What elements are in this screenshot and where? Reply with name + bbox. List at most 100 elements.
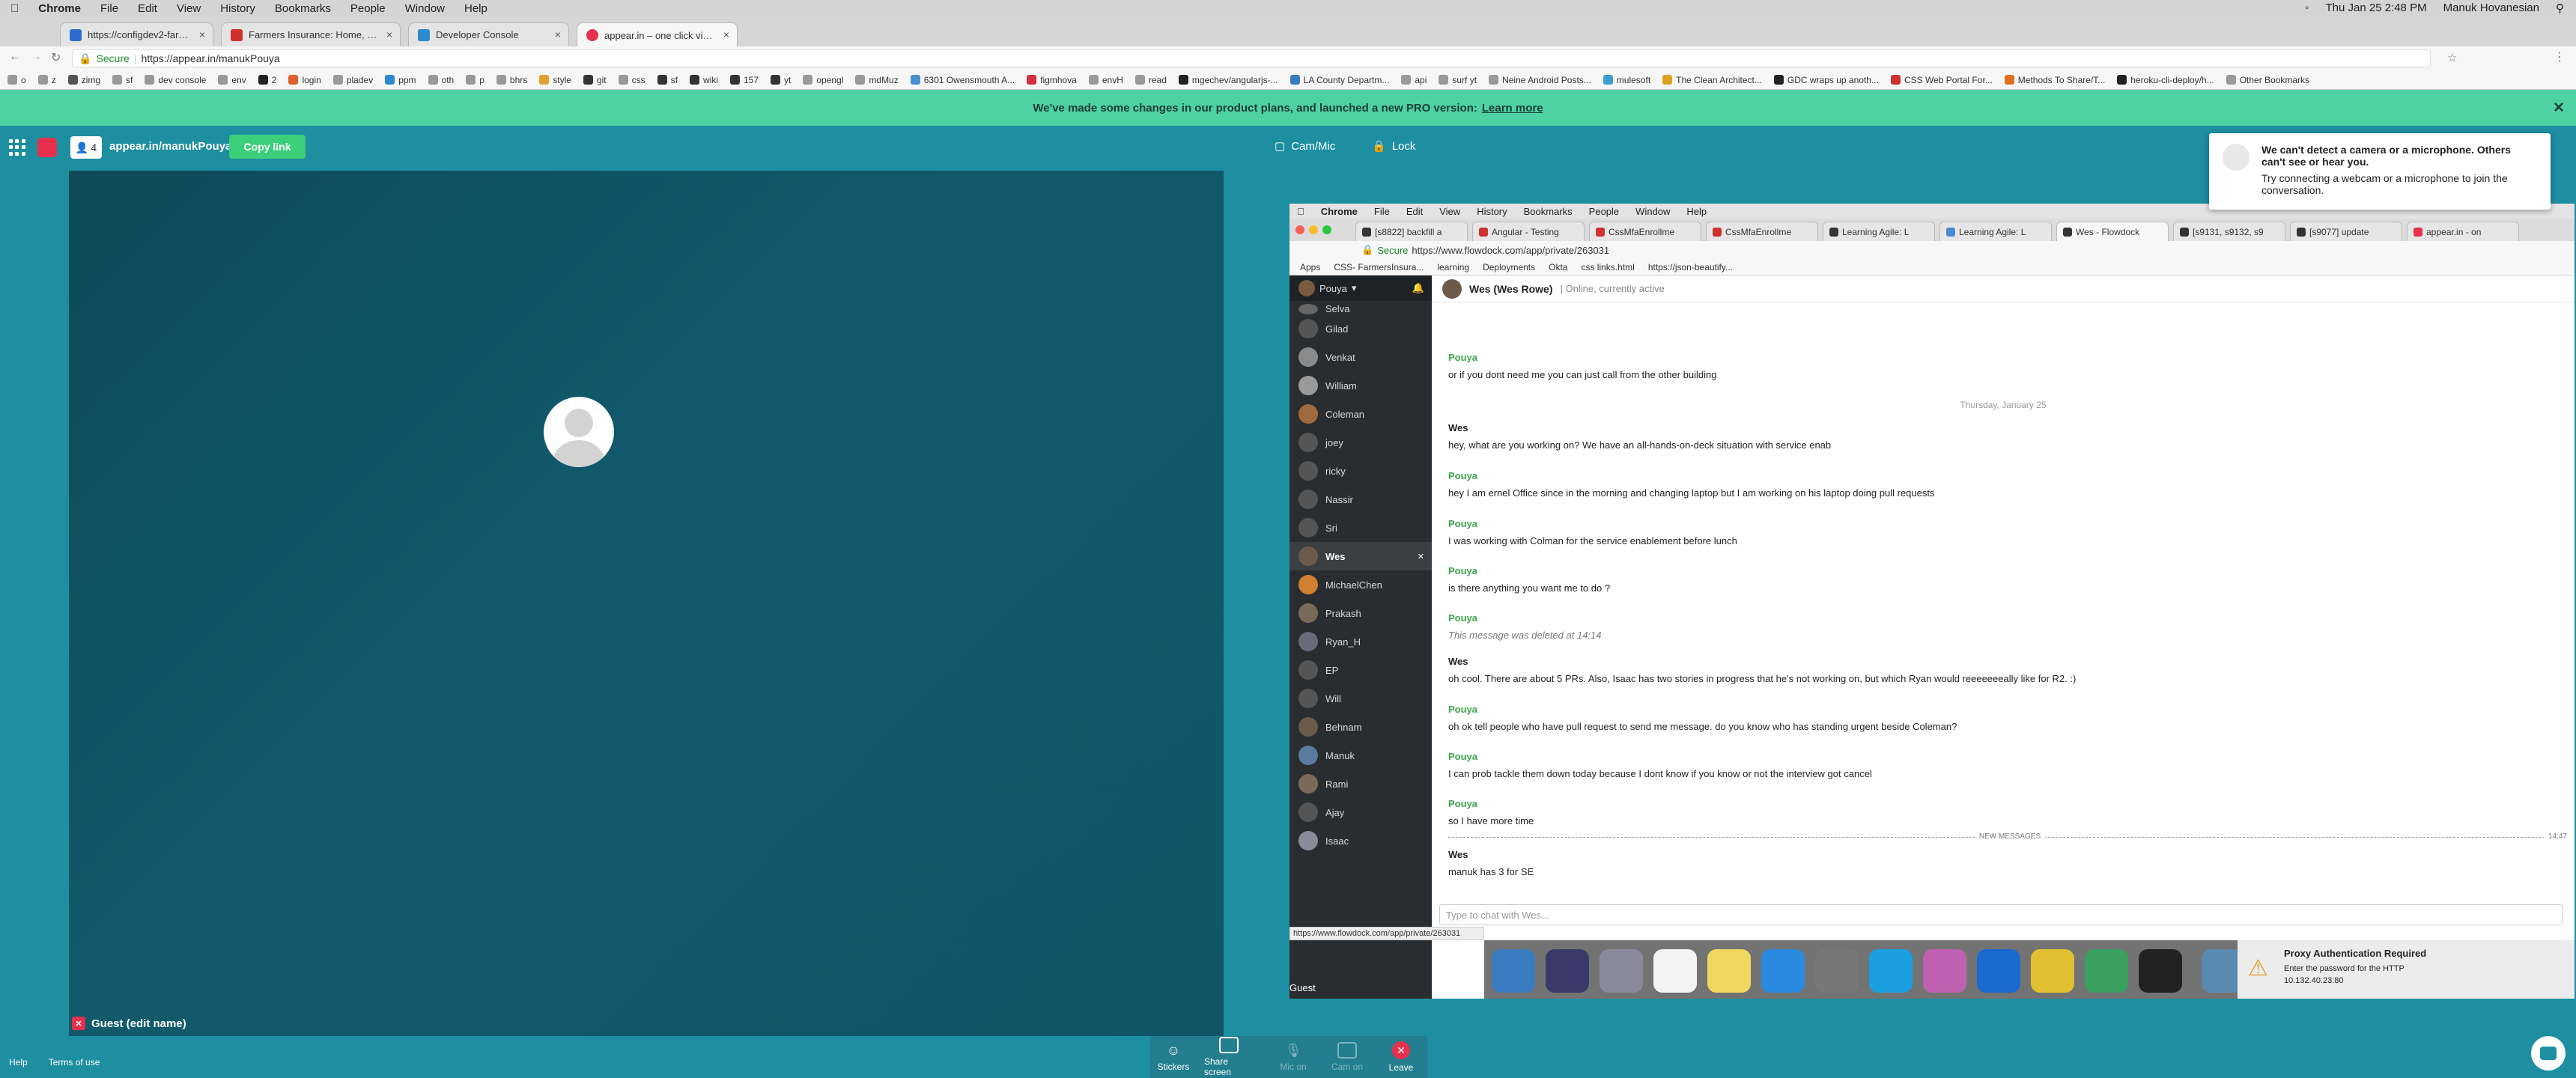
menu-people[interactable]: People [350, 2, 386, 15]
guest-avatar [544, 397, 614, 467]
copy-link-button[interactable]: Copy link [229, 135, 306, 159]
bookmark-item[interactable]: pladev [332, 75, 373, 85]
bookmark-item[interactable]: surf yt [1439, 75, 1477, 85]
terms-link[interactable]: Terms of use [49, 1057, 100, 1068]
bookmark-item[interactable]: style [539, 75, 571, 85]
tab-favicon [70, 28, 82, 41]
menu-edit[interactable]: Edit [138, 2, 157, 15]
bookmark-item[interactable]: CSS Web Portal For... [1890, 75, 1993, 85]
mic-on-button[interactable]: 🎙 Mic on [1269, 1036, 1318, 1078]
menu-app[interactable]: Chrome [38, 2, 81, 15]
bookmark-item[interactable]: heroku-cli-deploy/h... [2117, 75, 2214, 85]
bookmark-item[interactable]: 157 [729, 75, 759, 85]
close-tab-icon[interactable]: × [386, 28, 392, 40]
lock-button[interactable]: 🔒 Lock [1372, 139, 1415, 153]
chevron-down-icon: ▾ [1351, 282, 1357, 293]
shared-tab-bar: [s8822] backfill a Angular - Testing Css… [1289, 219, 2575, 241]
bookmark-item[interactable]: read [1134, 75, 1167, 85]
people-count-badge[interactable]: 👤 4 [70, 136, 102, 159]
video-tile-guest[interactable] [69, 171, 1224, 1036]
bookmark-item[interactable]: wiki [689, 75, 718, 85]
bookmark-item[interactable]: opengl [803, 75, 843, 85]
bookmark-item[interactable]: LA County Departm... [1289, 75, 1389, 85]
bookmark-item[interactable]: yt [771, 75, 791, 85]
reload-icon[interactable]: ↻ [51, 50, 61, 65]
bookmark-item[interactable]: api [1401, 75, 1427, 85]
bookmark-item[interactable]: git [583, 75, 607, 85]
tab-configdev[interactable]: https://configdev2-farmers.m × [60, 22, 213, 46]
apple-icon[interactable]:  [10, 2, 19, 15]
bookmark-item[interactable]: dev console [145, 75, 206, 85]
contact-item: Selva [1289, 304, 1432, 314]
close-tab-icon[interactable]: × [723, 28, 729, 40]
screen-share-tile[interactable]:  Chrome File Edit View History Bookmark… [1289, 204, 2575, 999]
menu-view[interactable]: View [177, 2, 201, 15]
help-link[interactable]: Help [9, 1057, 28, 1068]
close-tab-icon[interactable]: × [199, 28, 205, 40]
wifi-icon[interactable]: ◦ [2305, 1, 2309, 15]
bookmark-item[interactable]: mdMuz [855, 75, 899, 85]
cam-mic-button[interactable]: ▢ Cam/Mic [1275, 139, 1335, 153]
chat-button[interactable] [2531, 1036, 2566, 1071]
avatar [1442, 278, 1462, 299]
tab-appear[interactable]: appear.in – one click video × [577, 22, 738, 47]
bookmark-item[interactable]: 2 [258, 75, 276, 85]
menu-file[interactable]: File [100, 2, 118, 15]
bookmark-item[interactable]: envH [1088, 75, 1123, 85]
intellij-icon [2139, 949, 2182, 993]
flowdock-user: Pouya ▾ 🔔 [1289, 275, 1432, 301]
bookmark-item[interactable]: mgechev/angularjs-... [1178, 75, 1278, 85]
bookmark-item[interactable]: css [618, 75, 645, 85]
menu-window[interactable]: Window [405, 2, 445, 15]
bookmark-item[interactable]: The Clean Architect... [1662, 75, 1762, 85]
leave-button[interactable]: ✕ Leave [1376, 1036, 1426, 1078]
bookmark-item[interactable]: env [218, 75, 246, 85]
bookmark-item[interactable]: GDC wraps up anoth... [1773, 75, 1879, 85]
bookmark-item[interactable]: oth [428, 75, 454, 85]
bookmark-item[interactable]: bhrs [496, 75, 527, 85]
secure-label: Secure [96, 52, 130, 64]
bookmark-item[interactable]: sf [112, 75, 133, 85]
menu-history[interactable]: History [220, 2, 255, 15]
apps-grid-icon[interactable] [9, 139, 25, 156]
bookmark-item[interactable]: zimg [67, 75, 100, 85]
url-field[interactable]: 🔒 Secure | https://appear.in/manukPouya [72, 49, 2431, 67]
share-screen-button[interactable]: Share screen [1204, 1036, 1254, 1078]
bookmark-item[interactable]: figmhova [1027, 75, 1077, 85]
learn-more-link[interactable]: Learn more [1482, 102, 1543, 115]
new-messages-divider: NEW MESSAGES 14:47 [1448, 832, 2572, 846]
cam-on-button[interactable]: Cam on [1322, 1036, 1372, 1078]
bookmark-item[interactable]: Other Bookmarks [2226, 75, 2309, 85]
close-icon[interactable]: × [2554, 97, 2564, 118]
bookmark-item[interactable]: p [466, 75, 484, 85]
stickers-button[interactable]: ☺ Stickers [1149, 1036, 1198, 1078]
bookmark-item[interactable]: Neine Android Posts... [1489, 75, 1591, 85]
bookmark-item[interactable]: Methods To Share/T... [2004, 75, 2105, 85]
forward-icon[interactable]: → [30, 50, 42, 64]
menubar-user[interactable]: Manuk Hovanesian [2443, 1, 2539, 15]
bookmark-item[interactable]: o [7, 75, 26, 85]
more-icon[interactable]: ⋮ [2554, 49, 2566, 64]
chat-message: Wes oh cool. There are about 5 PRs. Also,… [1448, 656, 2077, 684]
finder-icon [1492, 949, 1535, 993]
clock[interactable]: Thu Jan 25 2:48 PM [2325, 1, 2426, 15]
lock-icon: 🔒 [79, 52, 92, 64]
menu-bookmarks[interactable]: Bookmarks [275, 2, 331, 15]
bookmark-item[interactable]: sf [657, 75, 678, 85]
day-separator: Thursday, January 25 [1960, 400, 2047, 410]
tab-dev-console[interactable]: Developer Console × [408, 22, 569, 46]
close-tab-icon[interactable]: × [555, 28, 561, 40]
appear-logo[interactable] [37, 138, 57, 157]
bookmark-item[interactable]: ppm [385, 75, 416, 85]
star-icon[interactable]: ☆ [2447, 51, 2457, 64]
menu-help[interactable]: Help [464, 2, 487, 15]
spotlight-icon[interactable]: ⚲ [2556, 1, 2564, 15]
bookmark-item[interactable]: z [37, 75, 56, 85]
back-icon[interactable]: ← [9, 50, 21, 64]
guest-name-label[interactable]: ✕ Guest (edit name) [69, 1015, 189, 1032]
smiley-icon: ☺ [1166, 1042, 1181, 1058]
bookmark-item[interactable]: login [288, 75, 321, 85]
bookmark-item[interactable]: mulesoft [1603, 75, 1650, 85]
bookmark-item[interactable]: 6301 Owensmouth A... [910, 75, 1015, 85]
tab-farmers[interactable]: Farmers Insurance: Home, Life × [221, 22, 401, 46]
